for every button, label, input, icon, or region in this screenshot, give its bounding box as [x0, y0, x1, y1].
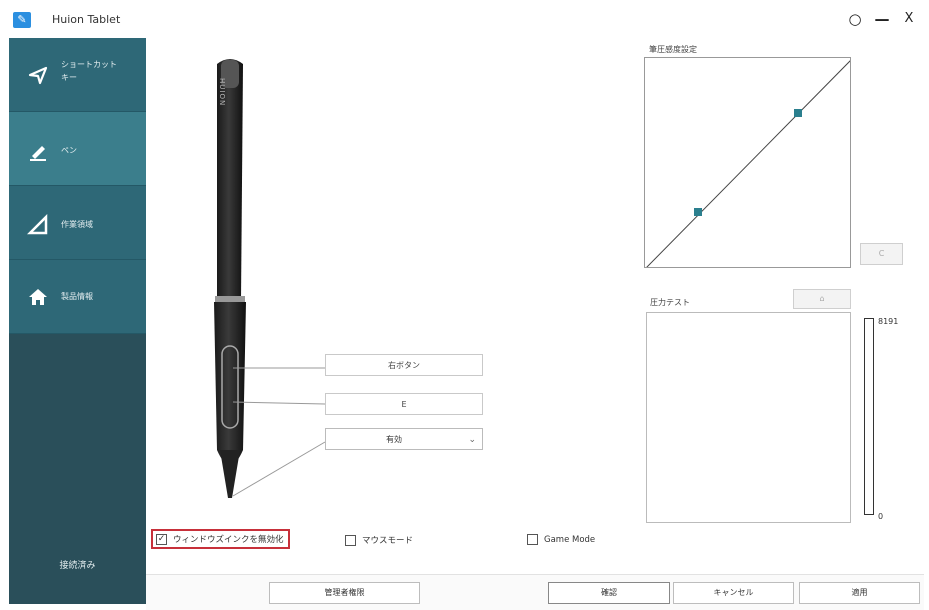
pen-tip-value: 有効: [386, 435, 402, 444]
curve-point[interactable]: [794, 109, 802, 117]
sidebar-item-label: 製品情報: [61, 292, 93, 301]
sidebar-item-label: ショートカット キー: [61, 60, 117, 82]
pen-icon: [27, 140, 49, 162]
sidebar-item-product-info[interactable]: 製品情報: [9, 260, 146, 334]
mouse-mode-label: マウスモード: [362, 536, 414, 546]
sidebar-item-pen[interactable]: ペン: [9, 112, 146, 186]
sidebar-item-shortcut-keys[interactable]: ショートカット キー: [9, 38, 146, 112]
curve-reset-button[interactable]: C: [860, 243, 903, 265]
app-icon: ✎: [13, 12, 31, 28]
windows-ink-option[interactable]: ✓ ウィンドウズインクを無効化: [151, 529, 290, 549]
title-bar: ✎ Huion Tablet ○ — X: [0, 0, 929, 38]
sidebar-item-label: ペン: [61, 146, 77, 155]
ok-button[interactable]: 確認: [548, 582, 670, 604]
mouse-mode-checkbox[interactable]: [345, 534, 356, 546]
clear-test-button[interactable]: ⌂: [793, 289, 851, 309]
pressure-min-label: 0: [878, 512, 884, 521]
minimize-button[interactable]: —: [871, 8, 893, 30]
pen-brand-text: HUION: [166, 78, 226, 106]
game-mode-label: Game Mode: [544, 534, 596, 545]
triangle-ruler-icon: [26, 213, 49, 236]
pressure-test-title: 圧力テスト: [650, 298, 690, 307]
connection-status: 接続済み: [59, 561, 96, 571]
lower-button-mapping[interactable]: E: [325, 393, 483, 415]
home-icon: [27, 286, 49, 308]
game-mode-option[interactable]: Game Mode: [527, 534, 595, 545]
sidebar: ショートカット キー ペン 作業領域 製品情報 接続済み: [9, 38, 146, 604]
game-mode-checkbox[interactable]: [527, 534, 538, 545]
chevron-down-icon: ⌄: [468, 435, 476, 445]
mouse-mode-option[interactable]: マウスモード: [345, 534, 413, 546]
sidebar-item-label: 作業領域: [61, 220, 93, 229]
curve-point[interactable]: [694, 208, 702, 216]
pressure-curve-title: 筆圧感度設定: [649, 45, 697, 54]
eraser-icon: ⌂: [819, 294, 825, 303]
cancel-button[interactable]: キャンセル: [673, 582, 794, 604]
admin-rights-button[interactable]: 管理者権限: [269, 582, 420, 604]
window-title: Huion Tablet: [52, 13, 121, 26]
send-icon: [27, 64, 49, 86]
pressure-test-area[interactable]: [646, 312, 851, 523]
pressure-curve-graph[interactable]: [644, 57, 851, 268]
pressure-level-bar: [864, 318, 874, 515]
sidebar-item-work-area[interactable]: 作業領域: [9, 186, 146, 260]
pressure-max-label: 8191: [878, 317, 899, 326]
windows-ink-checkbox[interactable]: ✓: [156, 533, 167, 545]
settings-circle-icon[interactable]: ○: [844, 8, 866, 30]
close-button[interactable]: X: [898, 8, 920, 30]
pen-tip-select[interactable]: 有効 ⌄: [325, 428, 483, 450]
windows-ink-label: ウィンドウズインクを無効化: [173, 535, 284, 545]
upper-button-mapping[interactable]: 右ボタン: [325, 354, 483, 376]
apply-button[interactable]: 適用: [799, 582, 920, 604]
